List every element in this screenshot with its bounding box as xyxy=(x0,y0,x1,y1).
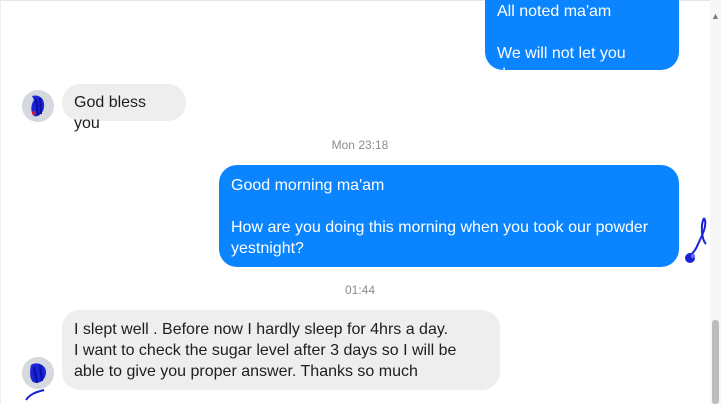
message-timestamp: Mon 23:18 xyxy=(331,138,389,152)
contact-avatar[interactable] xyxy=(22,357,54,389)
outgoing-message-bubble: Good morning ma'am How are you doing thi… xyxy=(219,165,679,267)
message-timestamp: 01:44 xyxy=(344,283,376,297)
read-receipt-avatar xyxy=(680,214,712,266)
scribble-icon xyxy=(25,389,45,401)
outgoing-message-bubble: All noted ma'am We will not let you down xyxy=(485,0,679,83)
incoming-message-bubble: God bless you xyxy=(62,84,186,132)
avatar-underline-scribble xyxy=(24,388,48,402)
avatar-scribble-icon xyxy=(22,90,54,122)
scrollbar-thumb[interactable] xyxy=(712,320,719,404)
avatar-scribble-icon xyxy=(22,357,54,389)
chat-left-border xyxy=(0,0,1,404)
signature-scribble-icon xyxy=(685,217,707,263)
contact-avatar[interactable] xyxy=(22,90,54,122)
chevron-up-icon[interactable]: ▲ xyxy=(711,12,720,21)
incoming-message-bubble: I slept well . Before now I hardly sleep… xyxy=(62,310,500,390)
